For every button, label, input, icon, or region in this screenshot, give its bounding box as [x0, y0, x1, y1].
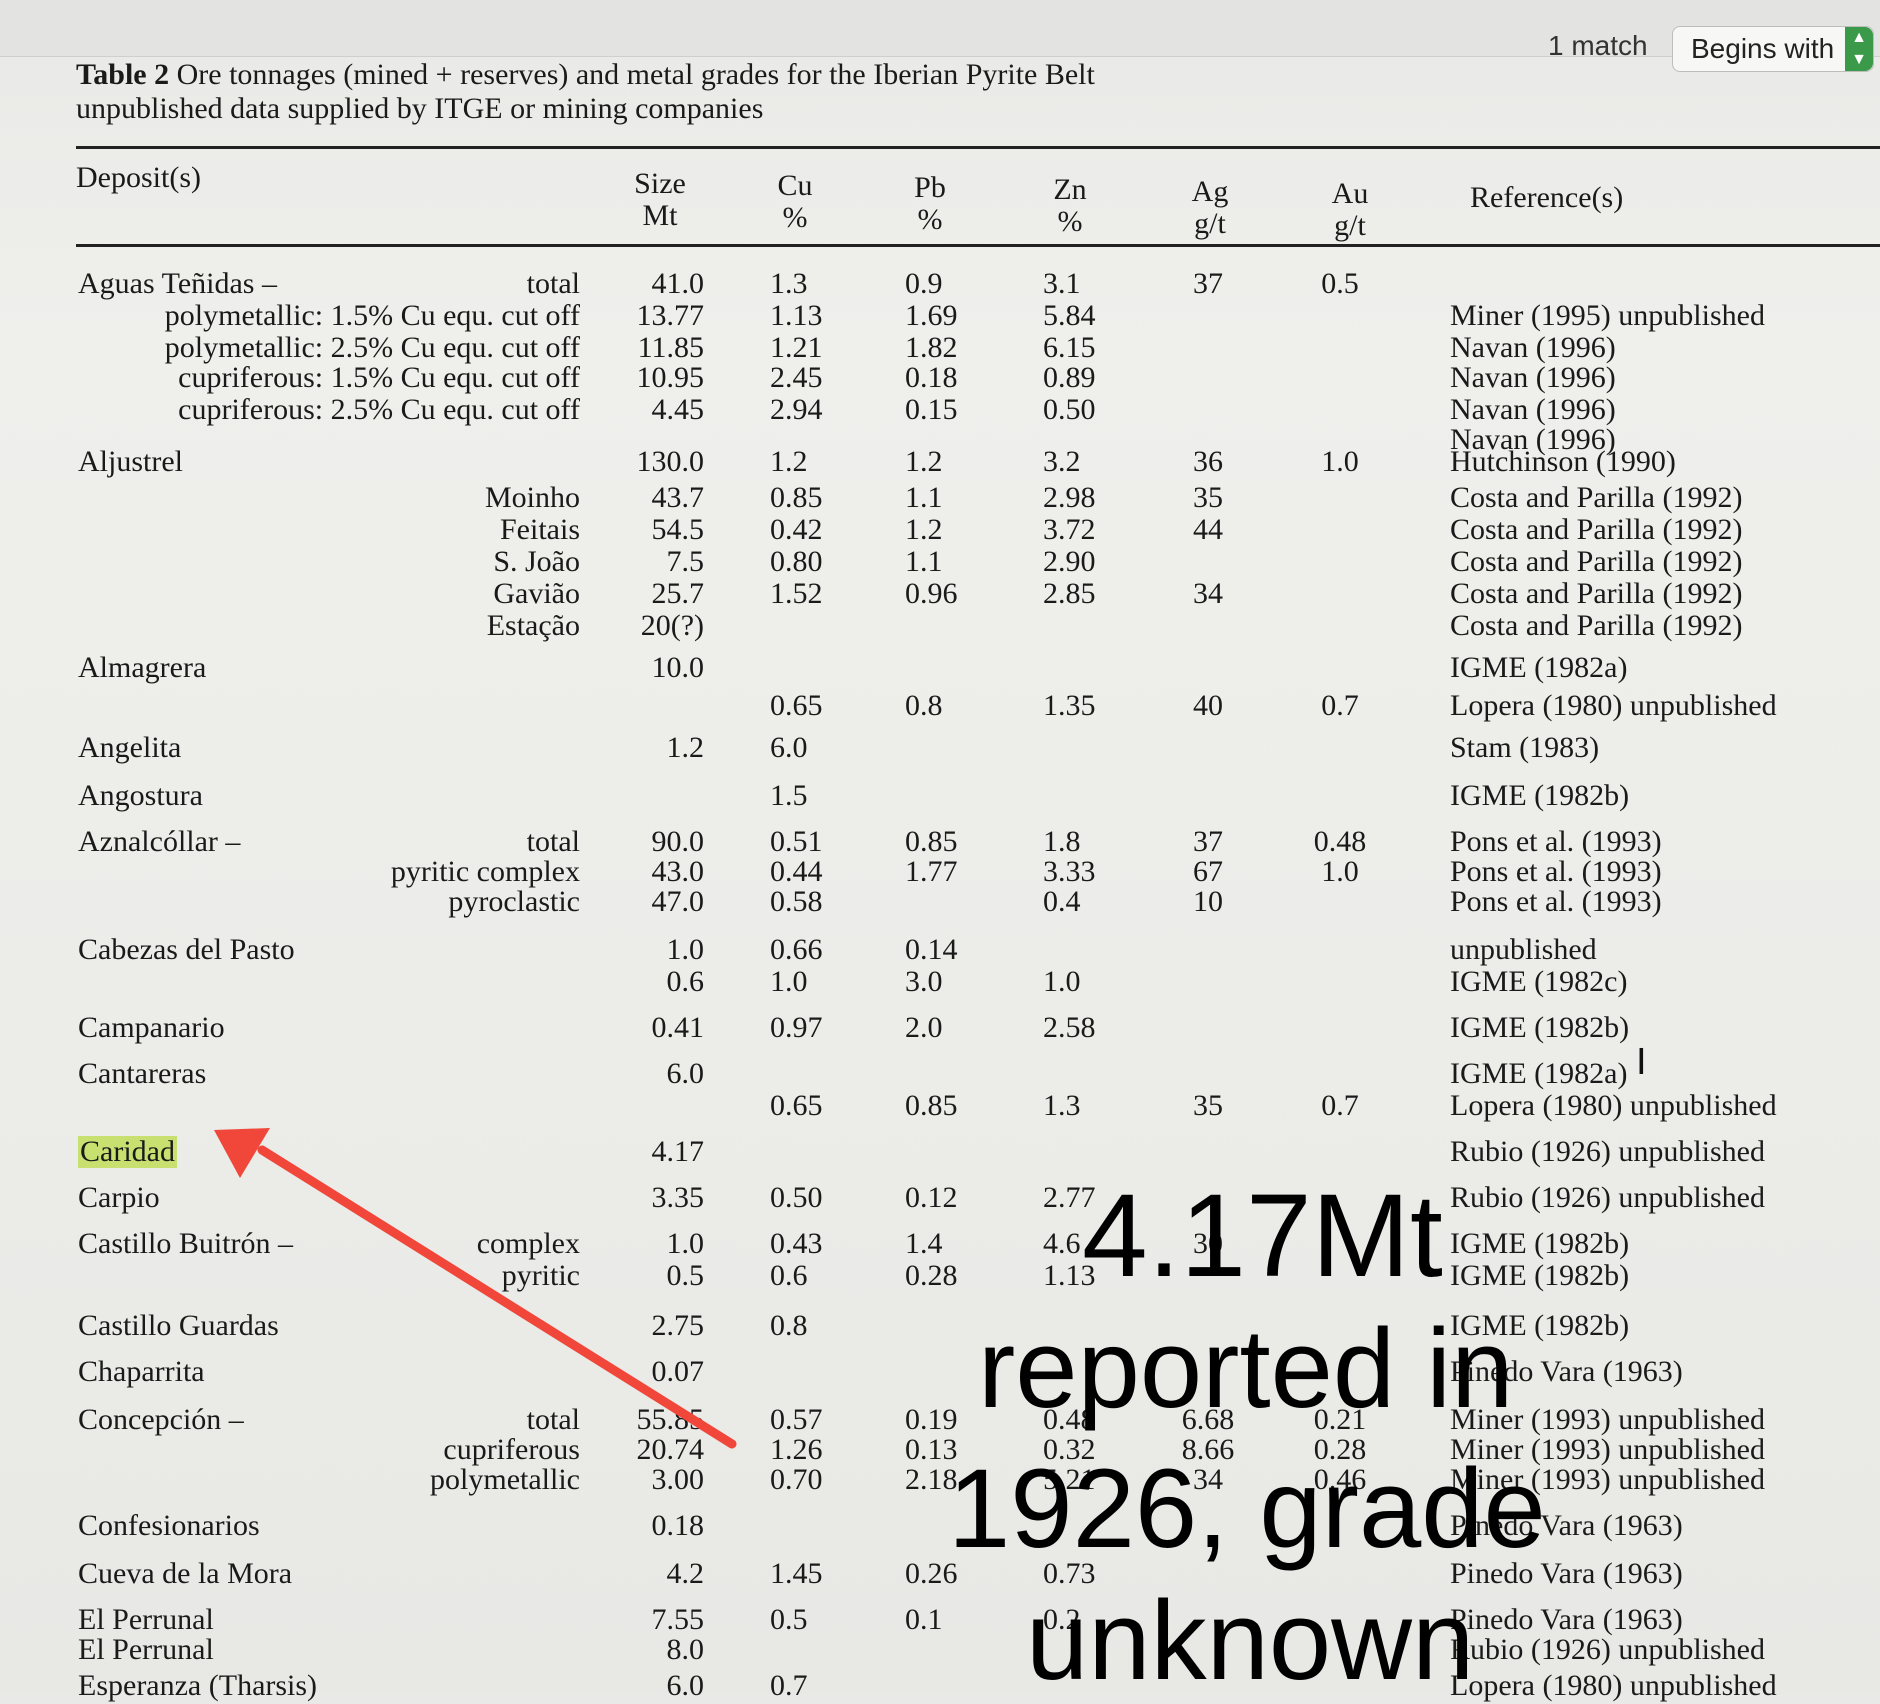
text-cursor-icon: I [1636, 1042, 1647, 1083]
red-arrow-annotation [214, 1128, 737, 1449]
annotation-line3: 1926, grade [948, 1446, 1546, 1571]
annotation-line4: unknown [1026, 1578, 1475, 1703]
annotation-line1: 4.17Mt [1082, 1170, 1443, 1302]
document-page: 1 match Begins with ▲ ▼ Table 2 Ore tonna… [0, 0, 1880, 1702]
annotation-line2: reported in [978, 1306, 1514, 1431]
